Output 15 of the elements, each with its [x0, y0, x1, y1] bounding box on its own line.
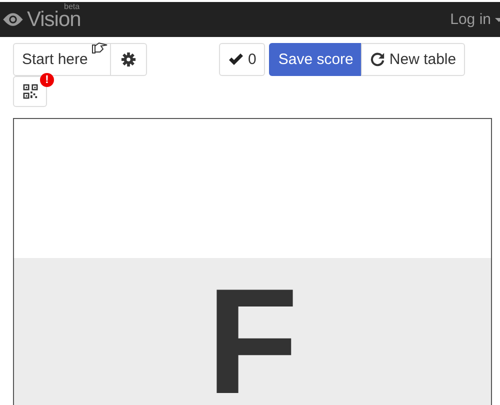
brand-name[interactable]: Vision: [27, 8, 81, 32]
qr-code-icon: [22, 84, 38, 99]
settings-button[interactable]: [110, 43, 147, 76]
checkmark-icon: [228, 53, 244, 66]
pointing-hand-icon: [92, 42, 108, 54]
settings-icon: [120, 52, 136, 67]
new-table-button[interactable]: New table: [361, 43, 466, 76]
refresh-icon: [370, 52, 386, 67]
save-score-button[interactable]: Save score: [269, 43, 362, 76]
start-here-button[interactable]: Start here: [13, 43, 111, 76]
beta-label: beta: [64, 2, 80, 10]
login-link[interactable]: Log in: [450, 11, 491, 28]
qr-code-button[interactable]: [13, 76, 47, 107]
score-count-button[interactable]: 0: [219, 43, 266, 76]
test-letter: F: [206, 266, 298, 398]
